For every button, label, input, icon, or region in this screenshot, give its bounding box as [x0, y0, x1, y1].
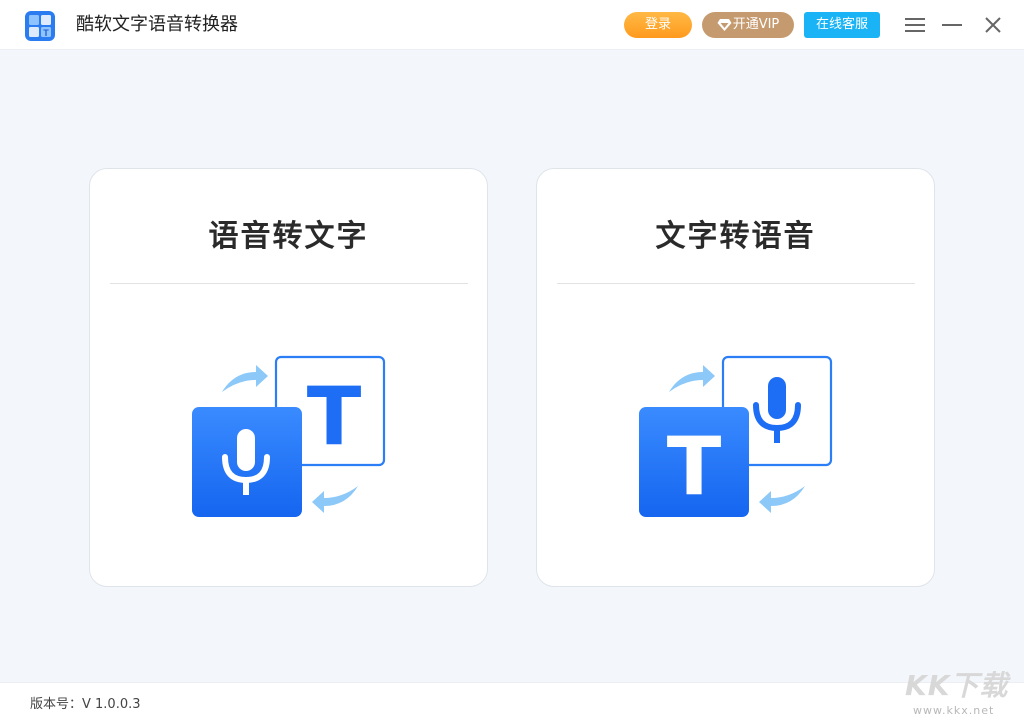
- text-to-speech-icon: T: [639, 355, 833, 517]
- card-divider: [557, 283, 915, 284]
- status-bar: 版本号：V 1.0.0.3: [0, 682, 1024, 720]
- open-vip-button[interactable]: 开通VIP: [702, 12, 794, 38]
- title-bar: T 酷软文字语音转换器 登录 开通VIP 在线客服: [0, 0, 1024, 50]
- card-divider: [110, 283, 468, 284]
- app-logo-icon: T: [25, 11, 55, 41]
- diamond-icon: [717, 19, 732, 31]
- version-label: 版本号：V 1.0.0.3: [30, 697, 141, 712]
- card-title: 语音转文字: [208, 219, 369, 254]
- app-title: 酷软文字语音转换器: [76, 14, 238, 35]
- text-to-speech-card[interactable]: 文字转语音 T: [536, 168, 935, 587]
- svg-text:T: T: [667, 420, 722, 513]
- svg-text:T: T: [307, 370, 362, 463]
- watermark-url: www.kkx.net: [913, 704, 995, 717]
- hamburger-menu-icon[interactable]: [904, 14, 926, 36]
- speech-to-text-card[interactable]: 语音转文字 T: [89, 168, 488, 587]
- card-title: 文字转语音: [655, 219, 816, 254]
- speech-to-text-icon: T: [192, 355, 386, 517]
- watermark-brand: KK下载: [905, 669, 1009, 702]
- svg-text:T: T: [43, 28, 49, 38]
- close-icon[interactable]: [982, 14, 1004, 36]
- open-vip-label: 开通VIP: [732, 17, 780, 32]
- online-service-button[interactable]: 在线客服: [804, 12, 880, 38]
- minimize-icon[interactable]: [941, 14, 963, 36]
- login-button[interactable]: 登录: [624, 12, 692, 38]
- watermark: KK下载 www.kkx.net: [905, 664, 1020, 718]
